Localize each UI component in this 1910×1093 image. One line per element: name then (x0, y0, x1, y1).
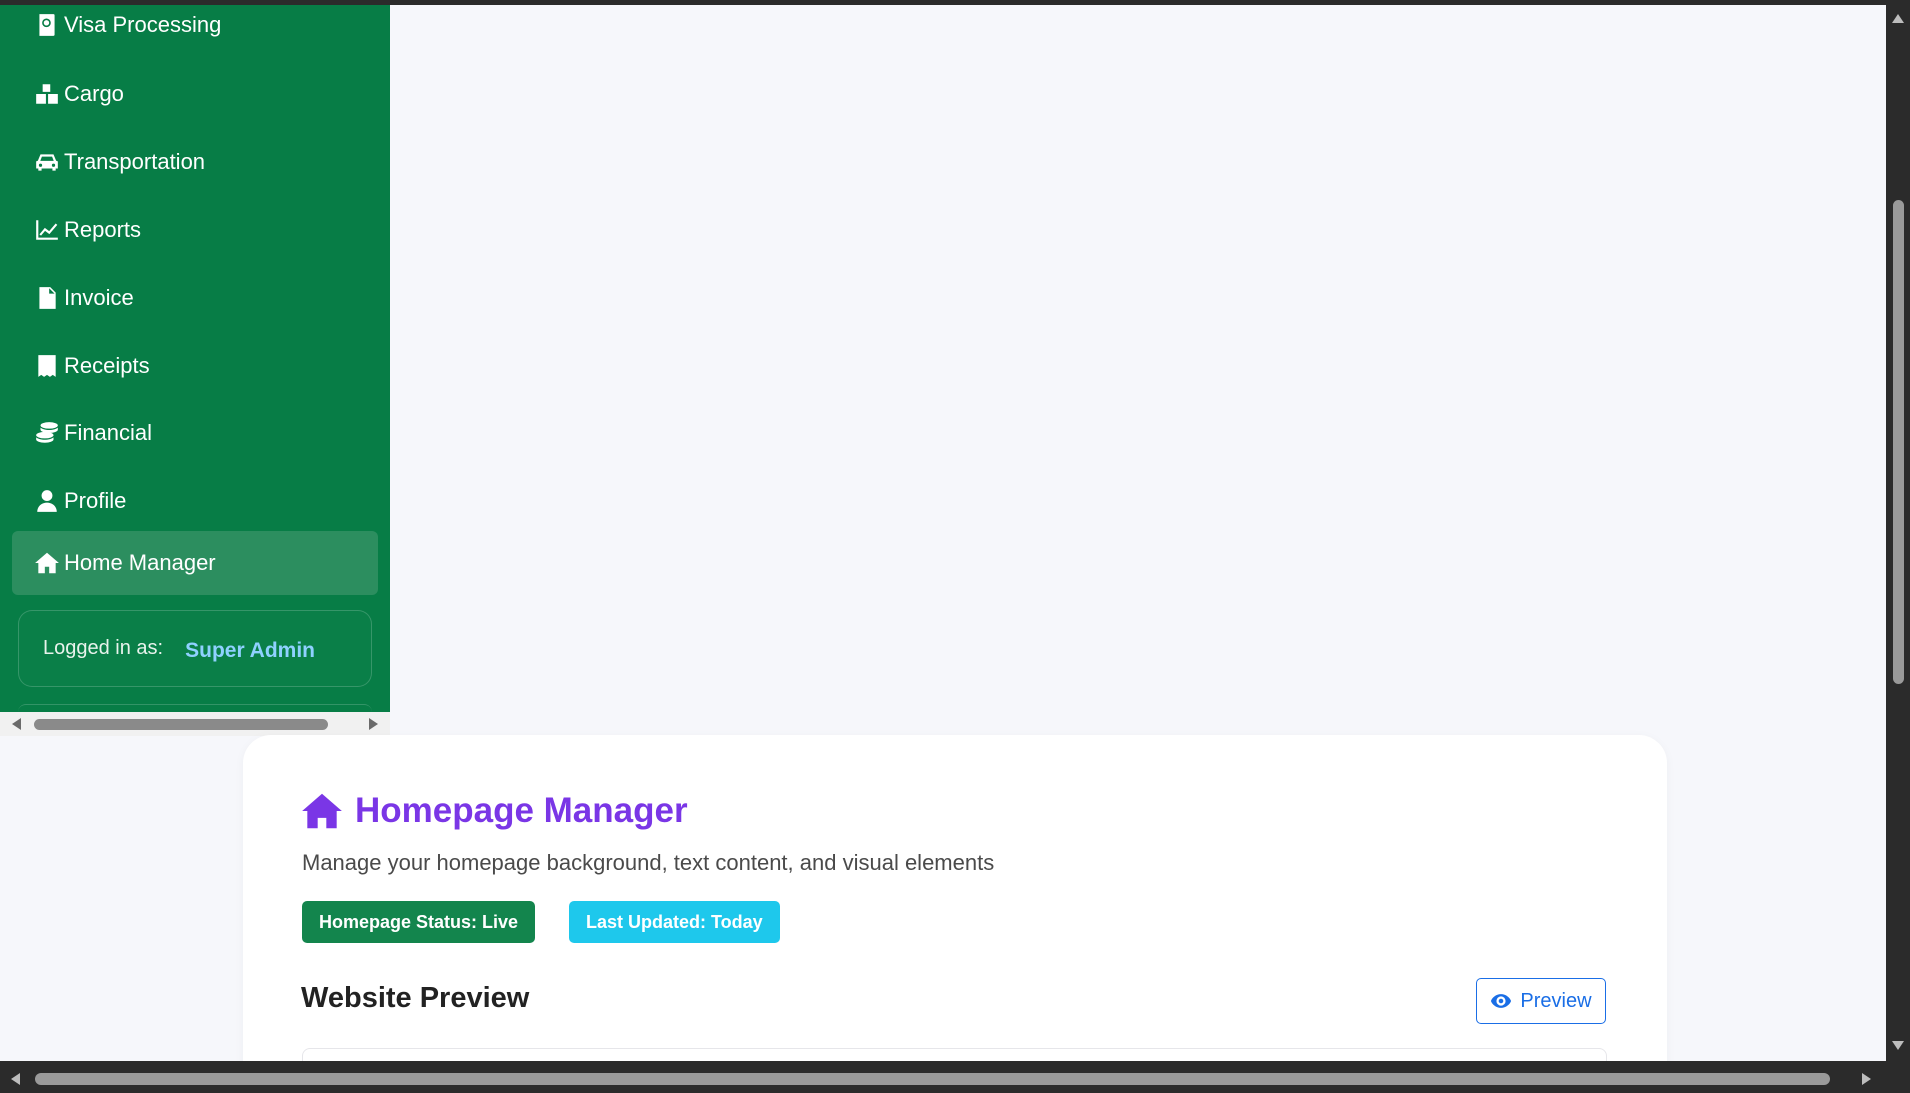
sidebar-item-home-manager[interactable]: Home Manager (12, 531, 378, 595)
sidebar-item-label: Visa Processing (64, 12, 222, 37)
sidebar-item-label: Receipts (64, 353, 150, 378)
browser-vertical-scrollbar[interactable] (1886, 0, 1910, 1063)
website-preview-heading: Website Preview (301, 982, 530, 1014)
home-icon (34, 549, 62, 577)
sidebar-item-visa-processing[interactable]: Visa Processing (12, 5, 378, 57)
user-icon (34, 487, 62, 515)
homepage-manager-card: Homepage Manager Manage your homepage ba… (243, 735, 1667, 1061)
logged-in-label: Logged in as: (43, 637, 164, 659)
scrollbar-thumb[interactable] (1893, 200, 1904, 684)
scroll-right-arrow-icon[interactable] (369, 718, 378, 730)
page-subtitle: Manage your homepage background, text co… (302, 850, 995, 875)
home-icon (301, 792, 355, 830)
page-title-text: Homepage Manager (355, 791, 688, 830)
sidebar-panel-edge (18, 704, 372, 712)
browser-viewport: Visa Processing Cargo Transportation Rep… (0, 5, 1886, 1061)
browser-horizontal-scrollbar[interactable] (0, 1063, 1910, 1093)
chart-line-icon (34, 216, 62, 244)
boxes-icon (34, 80, 62, 108)
sidebar-item-receipts[interactable]: Receipts (12, 334, 378, 398)
sidebar-item-reports[interactable]: Reports (12, 198, 378, 262)
scroll-up-arrow-icon[interactable] (1892, 14, 1904, 23)
sidebar-item-profile[interactable]: Profile (12, 469, 378, 533)
coins-icon (34, 419, 62, 447)
sidebar-item-financial[interactable]: Financial (12, 401, 378, 465)
car-icon (34, 148, 62, 176)
sidebar-item-label: Home Manager (64, 550, 216, 575)
website-preview-frame (302, 1048, 1607, 1061)
logged-in-user: Super Admin (185, 638, 316, 662)
sidebar-item-invoice[interactable]: Invoice (12, 266, 378, 330)
file-invoice-icon (34, 284, 62, 312)
sidebar-item-label: Invoice (64, 285, 134, 310)
status-badge: Homepage Status: Live (302, 901, 536, 943)
scrollbar-thumb[interactable] (35, 1073, 1830, 1085)
scroll-down-arrow-icon[interactable] (1892, 1041, 1904, 1050)
sidebar-item-transportation[interactable]: Transportation (12, 130, 378, 194)
preview-button[interactable]: Preview (1476, 978, 1606, 1024)
preview-button-label: Preview (1520, 989, 1592, 1012)
passport-icon (34, 11, 62, 39)
scrollbar-thumb[interactable] (34, 719, 328, 730)
receipt-icon (34, 352, 62, 380)
scroll-right-arrow-icon[interactable] (1862, 1073, 1871, 1085)
sidebar-item-cargo[interactable]: Cargo (12, 62, 378, 126)
last-updated-badge: Last Updated: Today (569, 901, 780, 943)
sidebar-item-label: Profile (64, 488, 127, 513)
eye-icon (1491, 994, 1512, 1008)
logged-in-panel: Logged in as: Super Admin (18, 610, 372, 687)
sidebar-item-label: Cargo (64, 81, 124, 106)
sidebar: Visa Processing Cargo Transportation Rep… (0, 5, 390, 712)
sidebar-item-label: Financial (64, 420, 153, 445)
sidebar-item-label: Transportation (64, 149, 206, 174)
scroll-left-arrow-icon[interactable] (12, 718, 21, 730)
page-title: Homepage Manager (301, 791, 688, 831)
sidebar-item-label: Reports (64, 217, 142, 242)
sidebar-horizontal-scrollbar[interactable] (0, 712, 390, 736)
scroll-left-arrow-icon[interactable] (11, 1073, 20, 1085)
